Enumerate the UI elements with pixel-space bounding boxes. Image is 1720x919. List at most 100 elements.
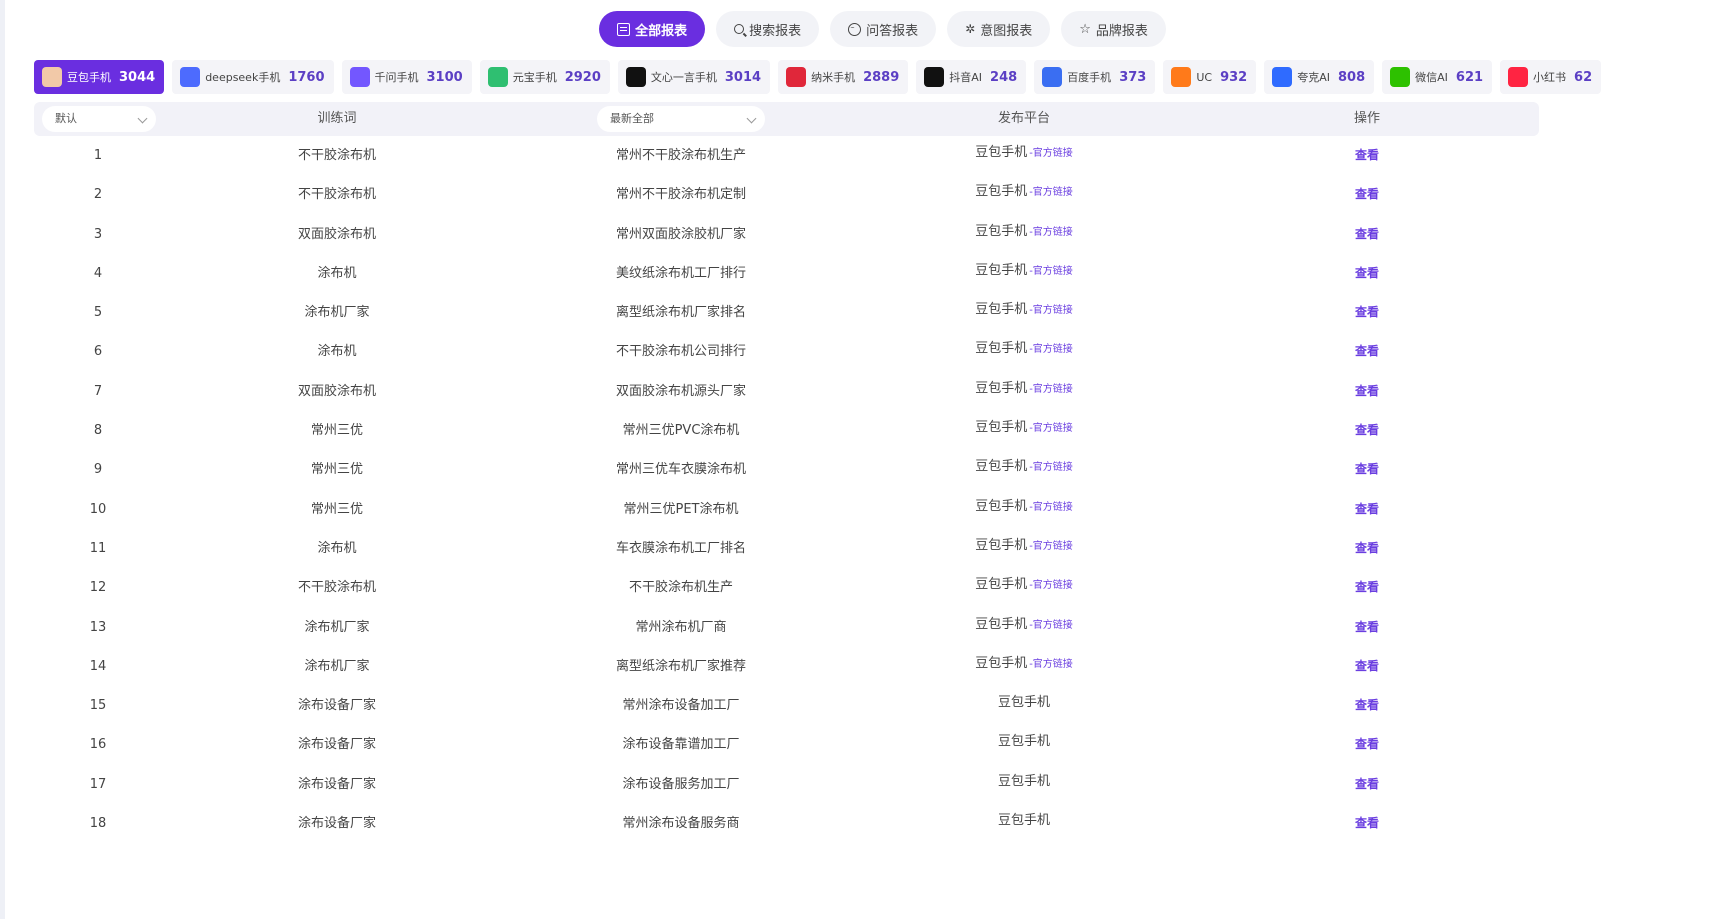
publish-platform: 豆包手机 -官方链接 — [975, 608, 1073, 647]
platform-chip[interactable]: 元宝手机 2920 — [479, 60, 610, 94]
chat-icon — [848, 22, 862, 36]
view-button[interactable]: 查看 — [1355, 293, 1379, 332]
official-link[interactable]: -官方链接 — [1029, 502, 1073, 513]
report-tabs: 全部报表 搜索报表 问答报表 ✲ 意图报表 ☆ 品牌报表 — [0, 11, 1720, 47]
platform-name: 豆包手机 — [975, 341, 1028, 357]
publish-platform: 豆包手机 — [998, 765, 1050, 804]
platform-chip[interactable]: 文心一言手机 3014 — [617, 60, 771, 94]
platform-count: 3100 — [426, 69, 463, 85]
official-link[interactable]: -官方链接 — [1029, 148, 1073, 159]
nami-logo-icon — [786, 67, 807, 87]
official-link[interactable]: -官方链接 — [1029, 227, 1073, 238]
platform-name: 豆包手机 — [975, 184, 1028, 200]
platform-count: 808 — [1337, 69, 1366, 85]
platform-count: 932 — [1220, 69, 1248, 85]
platform-chip[interactable]: 千问手机 3100 — [341, 60, 472, 94]
star-icon: ☆ — [1079, 21, 1091, 37]
platform-chip[interactable]: 百度手机 373 — [1034, 60, 1156, 94]
table-row: 2 不干胶涂布机 常州不干胶涂布机定制 豆包手机 -官方链接 查看 — [34, 175, 1539, 214]
sort-dropdown[interactable]: 默认 — [42, 106, 156, 132]
official-link[interactable]: -官方链接 — [1029, 541, 1073, 552]
table-row: 9 常州三优 常州三优车衣膜涂布机 豆包手机 -官方链接 查看 — [34, 450, 1539, 489]
tab-intent-reports[interactable]: ✲ 意图报表 — [947, 11, 1051, 47]
training-keyword: 常州三优 — [310, 462, 364, 478]
row-index: 4 — [93, 265, 103, 281]
official-link[interactable]: -官方链接 — [1029, 620, 1073, 631]
tab-search-reports[interactable]: 搜索报表 — [716, 11, 820, 47]
publish-platform: 豆包手机 -官方链接 — [975, 647, 1073, 686]
publish-platform: 豆包手机 — [998, 686, 1050, 725]
view-button[interactable]: 查看 — [1355, 568, 1379, 607]
filter-dropdown[interactable]: 最新全部 — [597, 106, 765, 132]
view-button[interactable]: 查看 — [1355, 215, 1379, 254]
platform-name: 豆包手机 — [975, 655, 1028, 671]
official-link[interactable]: -官方链接 — [1029, 580, 1073, 591]
table-row: 4 涂布机 美纹纸涂布机工厂排行 豆包手机 -官方链接 查看 — [34, 254, 1539, 293]
qianwen-logo-icon — [349, 67, 370, 87]
search-icon — [734, 24, 745, 34]
view-button[interactable]: 查看 — [1355, 529, 1379, 568]
publish-platform: 豆包手机 -官方链接 — [975, 136, 1073, 175]
baidu-logo-icon — [1042, 67, 1063, 87]
platform-name: 文心一言手机 — [650, 71, 717, 84]
table-row: 10 常州三优 常州三优PET涂布机 豆包手机 -官方链接 查看 — [34, 490, 1539, 529]
platform-filter-bar: 豆包手机 3044 deepseek手机 1760 千问手机 3100 元宝手机 2920 文心… — [34, 60, 1602, 94]
platform-chip[interactable]: 纳米手机 2889 — [778, 60, 909, 94]
quark-logo-icon — [1272, 67, 1293, 87]
column-header-platform: 发布平台 — [997, 111, 1051, 126]
view-button[interactable]: 查看 — [1355, 765, 1379, 804]
official-link[interactable]: -官方链接 — [1029, 659, 1073, 670]
view-button[interactable]: 查看 — [1355, 332, 1379, 371]
view-button[interactable]: 查看 — [1355, 411, 1379, 450]
platform-chip[interactable]: 夸克AI 808 — [1264, 60, 1375, 94]
publish-platform: 豆包手机 — [998, 725, 1050, 764]
official-link[interactable]: -官方链接 — [1029, 462, 1073, 473]
view-button[interactable]: 查看 — [1355, 254, 1379, 293]
table-row: 5 涂布机厂家 离型纸涂布机厂家排名 豆包手机 -官方链接 查看 — [34, 293, 1539, 332]
view-button[interactable]: 查看 — [1355, 175, 1379, 214]
table-row: 17 涂布设备厂家 涂布设备服务加工厂 豆包手机 查看 — [34, 765, 1539, 804]
tab-brand-reports[interactable]: ☆ 品牌报表 — [1061, 11, 1166, 47]
official-link[interactable]: -官方链接 — [1029, 266, 1073, 277]
table-row: 14 涂布机厂家 离型纸涂布机厂家推荐 豆包手机 -官方链接 查看 — [34, 647, 1539, 686]
platform-count: 2889 — [863, 69, 900, 85]
training-keyword: 常州三优 — [310, 501, 364, 517]
query-text: 常州涂布设备服务商 — [622, 816, 740, 832]
platform-chip[interactable]: 豆包手机 3044 — [34, 60, 165, 94]
query-text: 离型纸涂布机厂家排名 — [615, 305, 747, 321]
publish-platform: 豆包手机 -官方链接 — [975, 372, 1073, 411]
platform-name: 豆包手机 — [997, 695, 1051, 711]
row-index: 1 — [93, 148, 103, 163]
platform-chip[interactable]: UC 932 — [1163, 60, 1257, 94]
publish-platform: 豆包手机 -官方链接 — [975, 293, 1073, 332]
table-row: 3 双面胶涂布机 常州双面胶涂胶机厂家 豆包手机 -官方链接 查看 — [34, 215, 1539, 254]
official-link[interactable]: -官方链接 — [1029, 344, 1073, 355]
platform-chip[interactable]: 微信AI 621 — [1382, 60, 1493, 94]
view-button[interactable]: 查看 — [1355, 372, 1379, 411]
publish-platform: 豆包手机 -官方链接 — [975, 490, 1073, 529]
platform-chip[interactable]: deepseek手机 1760 — [172, 60, 334, 94]
view-button[interactable]: 查看 — [1355, 804, 1379, 843]
view-button[interactable]: 查看 — [1355, 725, 1379, 764]
view-button[interactable]: 查看 — [1355, 450, 1379, 489]
official-link[interactable]: -官方链接 — [1029, 305, 1073, 316]
view-button[interactable]: 查看 — [1355, 608, 1379, 647]
platform-chip[interactable]: 小红书 62 — [1500, 60, 1602, 94]
official-link[interactable]: -官方链接 — [1029, 187, 1073, 198]
platform-chip[interactable]: 抖音AI 248 — [916, 60, 1027, 94]
row-index: 13 — [89, 619, 107, 635]
training-keyword: 涂布机 — [317, 344, 357, 360]
view-button[interactable]: 查看 — [1355, 136, 1379, 175]
view-button[interactable]: 查看 — [1355, 686, 1379, 725]
query-text: 美纹纸涂布机工厂排行 — [615, 265, 747, 281]
tab-all-reports[interactable]: 全部报表 — [599, 11, 706, 47]
table-row: 8 常州三优 常州三优PVC涂布机 豆包手机 -官方链接 查看 — [34, 411, 1539, 450]
view-button[interactable]: 查看 — [1355, 490, 1379, 529]
row-index: 5 — [93, 305, 103, 321]
query-text: 常州涂布机厂商 — [635, 619, 727, 635]
official-link[interactable]: -官方链接 — [1029, 423, 1073, 434]
training-keyword: 不干胶涂布机 — [297, 187, 377, 203]
view-button[interactable]: 查看 — [1355, 647, 1379, 686]
tab-qa-reports[interactable]: 问答报表 — [830, 11, 937, 47]
official-link[interactable]: -官方链接 — [1029, 384, 1073, 395]
